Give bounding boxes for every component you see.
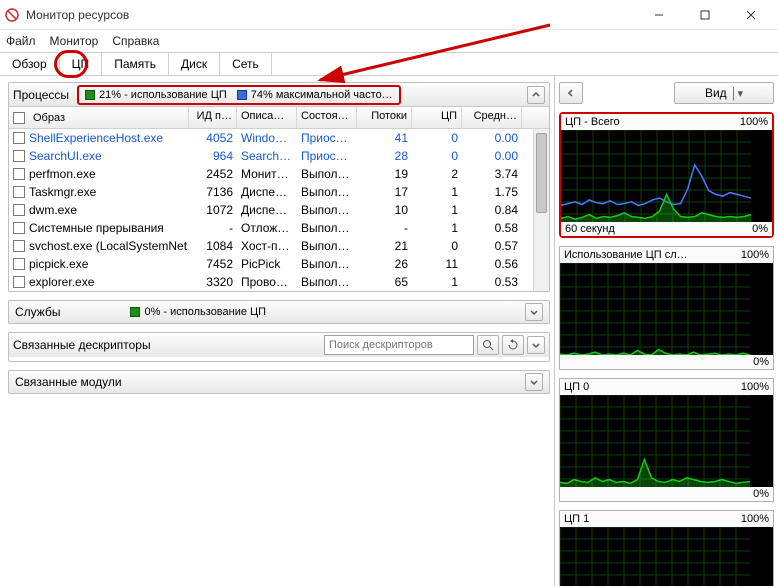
- panel-modules[interactable]: Связанные модули: [8, 370, 550, 394]
- tab-disk[interactable]: Диск: [169, 53, 220, 75]
- row-checkbox[interactable]: [13, 132, 25, 144]
- chart-title: ЦП - Всего: [565, 116, 620, 128]
- handles-title: Связанные дескрипторы: [13, 338, 151, 352]
- panel-processes: Процессы 21% - использование ЦП 74% макс…: [8, 82, 550, 292]
- handles-search-input[interactable]: [324, 335, 474, 355]
- chart-max: 100%: [741, 513, 769, 525]
- services-cpu-icon: [130, 307, 140, 317]
- close-button[interactable]: [728, 0, 774, 30]
- refresh-button[interactable]: [502, 335, 524, 355]
- chart-title: ЦП 1: [564, 513, 589, 525]
- row-checkbox[interactable]: [13, 258, 25, 270]
- processes-scrollbar[interactable]: [533, 129, 549, 291]
- row-checkbox[interactable]: [13, 240, 25, 252]
- modules-title: Связанные модули: [15, 375, 122, 389]
- table-row[interactable]: SearchUI.exe964Search …Приос…2800.00: [9, 147, 549, 165]
- table-row[interactable]: Taskmgr.exe7136Диспе…Выпол…1711.75: [9, 183, 549, 201]
- processes-columns: Образ ИД п… Описа… Состоя… Потоки ЦП Сре…: [9, 107, 549, 129]
- table-row[interactable]: Системные прерывания-Отлож…Выпол…-10.58: [9, 219, 549, 237]
- tab-overview[interactable]: Обзор: [0, 53, 60, 75]
- menu-file[interactable]: Файл: [6, 34, 36, 48]
- chart-max: 100%: [741, 249, 769, 261]
- chart-title: ЦП 0: [564, 381, 589, 393]
- services-cpu-label: 0% - использование ЦП: [144, 306, 266, 318]
- menu-help[interactable]: Справка: [112, 34, 159, 48]
- search-button[interactable]: [477, 335, 499, 355]
- select-all-checkbox[interactable]: [13, 112, 25, 124]
- expand-handles-button[interactable]: [527, 336, 545, 354]
- cpu-freq-label: 74% максимальной часто…: [251, 89, 393, 101]
- chart-1: Использование ЦП сл…100%0%: [559, 246, 774, 370]
- tab-memory[interactable]: Память: [102, 53, 169, 75]
- table-row[interactable]: explorer.exe3320Прово…Выпол…6510.53: [9, 273, 549, 291]
- table-row[interactable]: ShellExperienceHost.exe4052Windo…Приос…4…: [9, 129, 549, 147]
- collapse-processes-button[interactable]: [527, 86, 545, 104]
- chart-2: ЦП 0100%0%: [559, 378, 774, 502]
- cpu-freq-icon: [237, 90, 247, 100]
- table-row[interactable]: svchost.exe (LocalSystemNet…1084Хост-п…В…: [9, 237, 549, 255]
- maximize-button[interactable]: [682, 0, 728, 30]
- titlebar: Монитор ресурсов: [0, 0, 778, 30]
- table-row[interactable]: perfmon.exe2452Монит…Выпол…1923.74: [9, 165, 549, 183]
- cpu-metrics-box: 21% - использование ЦП 74% максимальной …: [77, 85, 401, 105]
- collapse-charts-button[interactable]: [559, 82, 583, 104]
- expand-services-button[interactable]: [525, 303, 543, 321]
- row-checkbox[interactable]: [13, 204, 25, 216]
- row-checkbox[interactable]: [13, 222, 25, 234]
- panel-handles: Связанные дескрипторы: [8, 332, 550, 362]
- tabbar: Обзор ЦП Память Диск Сеть: [0, 52, 778, 76]
- expand-modules-button[interactable]: [525, 373, 543, 391]
- services-title: Службы: [15, 305, 60, 319]
- table-row[interactable]: picpick.exe7452PicPickВыпол…26110.56: [9, 255, 549, 273]
- cpu-usage-icon: [85, 90, 95, 100]
- app-icon: [4, 7, 20, 23]
- chart-title: Использование ЦП сл…: [564, 249, 688, 261]
- menu-monitor[interactable]: Монитор: [50, 34, 99, 48]
- panel-services[interactable]: Службы 0% - использование ЦП: [8, 300, 550, 324]
- chart-max: 100%: [741, 381, 769, 393]
- menubar: Файл Монитор Справка: [0, 30, 778, 52]
- chart-0: ЦП - Всего100%60 секунд0%: [559, 112, 774, 238]
- chart-max: 100%: [740, 116, 768, 128]
- processes-title: Процессы: [13, 88, 69, 102]
- row-checkbox[interactable]: [13, 168, 25, 180]
- window-title: Монитор ресурсов: [26, 8, 636, 22]
- cpu-usage-label: 21% - использование ЦП: [99, 89, 227, 101]
- row-checkbox[interactable]: [13, 150, 25, 162]
- chart-3: ЦП 1 100%: [559, 510, 774, 586]
- view-button[interactable]: Вид │▾: [674, 82, 774, 104]
- tab-cpu[interactable]: ЦП: [60, 53, 103, 75]
- row-checkbox[interactable]: [13, 276, 25, 288]
- table-row[interactable]: dwm.exe1072Диспе…Выпол…1010.84: [9, 201, 549, 219]
- minimize-button[interactable]: [636, 0, 682, 30]
- row-checkbox[interactable]: [13, 186, 25, 198]
- tab-network[interactable]: Сеть: [220, 53, 272, 75]
